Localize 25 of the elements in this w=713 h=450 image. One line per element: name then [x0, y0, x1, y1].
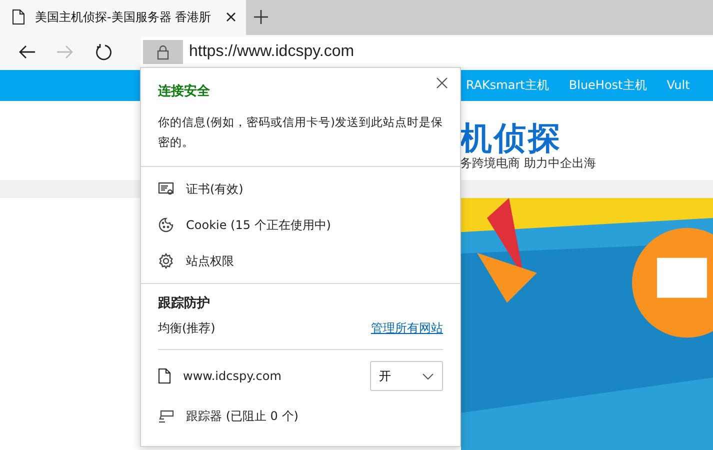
- logo-slogan: 务跨境电商 助力中企出海: [460, 154, 597, 172]
- connection-title: 连接安全: [158, 82, 211, 100]
- site-name: www.idcspy.com: [183, 369, 282, 383]
- chevron-down-icon: [422, 372, 434, 380]
- toggle-dropdown[interactable]: 开: [370, 361, 443, 391]
- lock-icon[interactable]: [143, 40, 183, 64]
- address-field[interactable]: https://www.idcspy.com: [141, 37, 713, 68]
- manage-link[interactable]: 管理所有网站: [371, 320, 443, 337]
- page-icon: [12, 9, 25, 26]
- browser-tab[interactable]: 美国主机侦探-美国服务器 香港肵: [0, 0, 246, 35]
- menu-item[interactable]: 证书(有效): [141, 171, 460, 207]
- trackers-text: 跟踪器 (已阻止 0 个): [186, 408, 298, 424]
- connection-description: 你的信息(例如，密码或信用卡号)发送到此站点时是保密的。: [158, 114, 443, 151]
- menu-item[interactable]: Cookie (15 个正在使用中): [141, 207, 460, 243]
- url-text: https://www.idcspy.com: [189, 43, 354, 62]
- tab-title: 美国主机侦探-美国服务器 香港肵: [35, 8, 212, 26]
- tracking-title: 跟踪防护: [158, 294, 211, 312]
- page-icon: [158, 368, 171, 384]
- site-logo: 机侦探: [460, 120, 563, 155]
- menu-item[interactable]: 站点权限: [141, 243, 460, 279]
- certificate-icon: [158, 181, 174, 197]
- tracking-level: 均衡(推荐): [158, 320, 216, 337]
- settings-icon: [158, 253, 174, 269]
- cookie-icon: [158, 217, 174, 233]
- close-icon[interactable]: [226, 12, 236, 22]
